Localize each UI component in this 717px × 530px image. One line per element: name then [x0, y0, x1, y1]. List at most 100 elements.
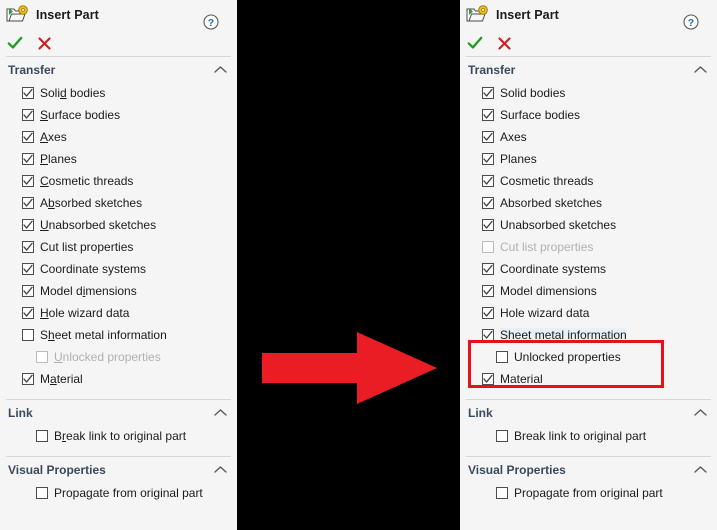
checkbox-row[interactable]: Unlocked properties: [460, 346, 717, 368]
checkbox-row[interactable]: Cut list properties: [0, 236, 237, 258]
checkbox-surface-bodies[interactable]: [22, 109, 34, 121]
group-header-transfer[interactable]: Transfer: [460, 57, 717, 82]
checkbox-surface-bodies[interactable]: [482, 109, 494, 121]
checkbox-label: Hole wizard data: [500, 306, 590, 320]
checkbox-coordinate-systems[interactable]: [482, 263, 494, 275]
checkbox-cut-list-properties: [482, 241, 494, 253]
checkbox-row[interactable]: Sheet metal information: [0, 324, 237, 346]
help-icon[interactable]: ?: [683, 7, 708, 30]
checkbox-sheet-metal-information[interactable]: [22, 329, 34, 341]
checkbox-planes[interactable]: [22, 153, 34, 165]
chevron-up-icon[interactable]: [694, 463, 707, 477]
checkbox-sheet-metal-information[interactable]: [482, 329, 494, 341]
checkbox-row[interactable]: Propagate from original part: [0, 482, 237, 504]
chevron-up-icon[interactable]: [694, 63, 707, 77]
checkbox-row[interactable]: Break link to original part: [0, 425, 237, 447]
page-title: Insert Part: [496, 8, 559, 22]
checkbox-hole-wizard-data[interactable]: [22, 307, 34, 319]
group-title: Transfer: [468, 63, 516, 77]
checkbox-row[interactable]: Solid bodies: [460, 82, 717, 104]
checkbox-row[interactable]: Model dimensions: [0, 280, 237, 302]
group-title: Link: [468, 406, 493, 420]
checkbox-row[interactable]: Propagate from original part: [460, 482, 717, 504]
cancel-button[interactable]: [37, 36, 52, 51]
cancel-button[interactable]: [497, 36, 512, 51]
checkbox-solid-bodies[interactable]: [482, 87, 494, 99]
checkbox-row[interactable]: Break link to original part: [460, 425, 717, 447]
checkbox-solid-bodies[interactable]: [22, 87, 34, 99]
checkbox-cut-list-properties[interactable]: [22, 241, 34, 253]
group-header-transfer[interactable]: Transfer: [0, 57, 237, 82]
checkbox-unabsorbed-sketches[interactable]: [22, 219, 34, 231]
checkbox-coordinate-systems[interactable]: [22, 263, 34, 275]
group-title: Visual Properties: [8, 463, 106, 477]
panel-header: Insert Part?: [0, 0, 237, 30]
checkbox-unlocked-properties[interactable]: [496, 351, 508, 363]
checkbox-hole-wizard-data[interactable]: [482, 307, 494, 319]
checkbox-propagate-from-original-part[interactable]: [496, 487, 508, 499]
checkbox-label: Solid bodies: [40, 86, 106, 100]
checkbox-label: Sheet metal information: [500, 328, 627, 342]
checkbox-row[interactable]: Coordinate systems: [0, 258, 237, 280]
checkbox-material[interactable]: [482, 373, 494, 385]
group-body: Propagate from original part: [460, 482, 717, 508]
checkbox-row[interactable]: Hole wizard data: [460, 302, 717, 324]
checkbox-break-link-to-original-part[interactable]: [496, 430, 508, 442]
checkbox-row[interactable]: Cosmetic threads: [0, 170, 237, 192]
accept-button[interactable]: [467, 35, 483, 51]
group-title: Visual Properties: [468, 463, 566, 477]
checkbox-material[interactable]: [22, 373, 34, 385]
group-body: Break link to original part: [460, 425, 717, 451]
checkbox-cosmetic-threads[interactable]: [22, 175, 34, 187]
checkbox-row[interactable]: Unabsorbed sketches: [460, 214, 717, 236]
checkbox-break-link-to-original-part[interactable]: [36, 430, 48, 442]
checkbox-cosmetic-threads[interactable]: [482, 175, 494, 187]
checkbox-label: Absorbed sketches: [500, 196, 603, 210]
checkbox-row[interactable]: Axes: [0, 126, 237, 148]
chevron-up-icon[interactable]: [214, 463, 227, 477]
checkbox-row[interactable]: Surface bodies: [460, 104, 717, 126]
checkbox-row[interactable]: Absorbed sketches: [460, 192, 717, 214]
checkbox-model-dimensions[interactable]: [22, 285, 34, 297]
red-right-arrow-icon: [262, 332, 437, 404]
group-header-link[interactable]: Link: [0, 400, 237, 425]
checkbox-row: Unlocked properties: [0, 346, 237, 368]
checkbox-propagate-from-original-part[interactable]: [36, 487, 48, 499]
checkbox-label: Surface bodies: [40, 108, 121, 122]
checkbox-row[interactable]: Planes: [0, 148, 237, 170]
checkbox-planes[interactable]: [482, 153, 494, 165]
checkbox-label: Break link to original part: [54, 429, 187, 443]
group-header-link[interactable]: Link: [460, 400, 717, 425]
insert-part-icon: [6, 5, 28, 25]
checkbox-row[interactable]: Material: [0, 368, 237, 390]
chevron-up-icon[interactable]: [694, 406, 707, 420]
chevron-up-icon[interactable]: [214, 63, 227, 77]
checkbox-axes[interactable]: [482, 131, 494, 143]
checkbox-label: Model dimensions: [40, 284, 137, 298]
checkbox-row[interactable]: Model dimensions: [460, 280, 717, 302]
checkbox-model-dimensions[interactable]: [482, 285, 494, 297]
checkbox-unabsorbed-sketches[interactable]: [482, 219, 494, 231]
checkbox-label: Unabsorbed sketches: [40, 218, 157, 232]
help-icon[interactable]: ?: [203, 7, 228, 30]
checkbox-row[interactable]: Cosmetic threads: [460, 170, 717, 192]
group-header-visual-properties[interactable]: Visual Properties: [0, 457, 237, 482]
checkbox-row[interactable]: Sheet metal information: [460, 324, 717, 346]
accept-button[interactable]: [7, 35, 23, 51]
checkbox-row[interactable]: Hole wizard data: [0, 302, 237, 324]
checkbox-row[interactable]: Absorbed sketches: [0, 192, 237, 214]
checkbox-row[interactable]: Unabsorbed sketches: [0, 214, 237, 236]
checkbox-label: Axes: [500, 130, 527, 144]
checkbox-absorbed-sketches[interactable]: [22, 197, 34, 209]
group-header-visual-properties[interactable]: Visual Properties: [460, 457, 717, 482]
chevron-up-icon[interactable]: [214, 406, 227, 420]
checkbox-row[interactable]: Axes: [460, 126, 717, 148]
checkbox-row[interactable]: Surface bodies: [0, 104, 237, 126]
checkbox-row[interactable]: Coordinate systems: [460, 258, 717, 280]
checkbox-row[interactable]: Solid bodies: [0, 82, 237, 104]
checkbox-absorbed-sketches[interactable]: [482, 197, 494, 209]
checkbox-row[interactable]: Planes: [460, 148, 717, 170]
checkbox-label: Hole wizard data: [40, 306, 130, 320]
checkbox-row[interactable]: Material: [460, 368, 717, 390]
checkbox-axes[interactable]: [22, 131, 34, 143]
